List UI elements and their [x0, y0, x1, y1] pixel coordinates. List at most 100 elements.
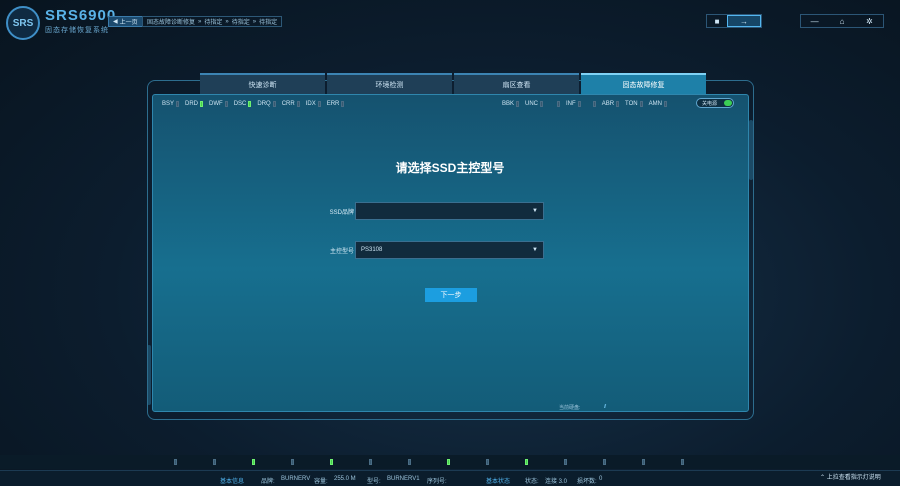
breadcrumb-item[interactable]: 待指定: [204, 17, 222, 26]
status-led: [663, 101, 667, 107]
capacity-value: 255.0 M: [334, 476, 356, 482]
status-label: CRR: [281, 101, 295, 107]
led-indicator: [408, 459, 411, 465]
app-header: SRS SRS6900 固态存储恢复系统 ◀ 上一页 固态故障诊断修复 » 待指…: [0, 0, 900, 42]
led-strip: [0, 455, 900, 469]
toggle-knob: [724, 100, 732, 106]
controller-select[interactable]: PS3108 ▼: [355, 241, 544, 259]
controller-row: 主控型号 PS3108 ▼: [318, 241, 544, 259]
status-led: [224, 101, 228, 107]
status-led: [516, 101, 520, 107]
led-indicator: [174, 459, 177, 465]
status-dsc: DSC: [234, 101, 252, 107]
led-indicator: [642, 459, 645, 465]
home-icon: ⌂: [839, 16, 845, 26]
status-led: [248, 101, 252, 107]
status-label: BBK: [502, 101, 515, 107]
controller-label: 主控型号: [329, 248, 354, 255]
status-label: DWF: [209, 101, 223, 107]
status-idx: IDX: [306, 101, 321, 107]
app-subtitle: 固态存储恢复系统: [45, 27, 109, 34]
app-logo: SRS: [6, 6, 40, 40]
led-indicator: [330, 459, 333, 465]
status-label: BSY: [162, 101, 175, 107]
briefcase-button[interactable]: ■: [707, 15, 727, 27]
status-led: [557, 101, 561, 107]
status-label: INF: [566, 101, 576, 107]
back-arrow-icon: ◀: [113, 19, 118, 25]
back-button[interactable]: ◀ 上一页: [108, 16, 143, 27]
next-button[interactable]: 下一步: [425, 288, 477, 302]
tab-quick-diagnosis[interactable]: 快速诊断: [200, 73, 325, 94]
status-crr: CRR: [282, 101, 300, 107]
status-led-blank: [557, 101, 561, 107]
status-led: [639, 101, 643, 107]
status-bsy: BSY: [162, 101, 180, 107]
breadcrumb-item[interactable]: 待指定: [232, 17, 250, 26]
led-indicator: [213, 459, 216, 465]
status-led-blank: [592, 101, 596, 107]
brand: SRS6900 固态存储恢复系统: [45, 7, 116, 35]
breadcrumb-item[interactable]: 固态故障诊断修复: [147, 17, 195, 26]
controller-select-value: PS3108: [361, 247, 383, 253]
led-indicator: [447, 459, 450, 465]
window-controls: — ⌂ ✲: [800, 14, 884, 28]
status-amn: AMN: [649, 101, 667, 107]
brand-select[interactable]: ▼: [355, 202, 544, 220]
tab-environment-check[interactable]: 环境检测: [327, 73, 452, 94]
tab-ssd-repair[interactable]: 固态故障修复: [581, 73, 706, 94]
status-indicators-right: BBK UNC INF ABR TON AMN: [502, 99, 667, 109]
settings-button[interactable]: ✲: [859, 15, 879, 27]
indicator-help-link[interactable]: ⌃ 上拉查看指示灯说明: [820, 472, 881, 481]
capacity-text: 容量:: [314, 479, 328, 485]
status-inf: INF: [566, 101, 581, 107]
breadcrumb-separator-icon: »: [198, 18, 202, 25]
status-label: AMN: [648, 101, 662, 107]
chevron-up-icon: ⌃: [820, 475, 826, 481]
back-label: 上一页: [119, 20, 138, 26]
briefcase-icon: ■: [714, 16, 720, 26]
form-title: 请选择SSD主控型号: [395, 161, 505, 175]
brand-row: SSD品牌 ▼: [318, 202, 544, 220]
breadcrumb-item[interactable]: 待指定: [259, 17, 277, 26]
status-label: TON: [625, 101, 638, 107]
led-indicator: [564, 459, 567, 465]
brand-value: BURNERV: [281, 476, 311, 482]
led-indicator: [525, 459, 528, 465]
home-button[interactable]: ⌂: [832, 15, 852, 27]
app-title: SRS6900: [45, 7, 117, 24]
status-label: DSC: [233, 101, 247, 107]
led-indicator: [486, 459, 489, 465]
status-led: [317, 101, 321, 107]
chevron-down-icon: ▼: [532, 247, 538, 253]
breadcrumb: 固态故障诊断修复 » 待指定 » 待指定 » 待指定: [142, 16, 283, 27]
minimize-icon: —: [810, 16, 819, 26]
basic-status-label: 基本状态: [486, 479, 511, 485]
status-label: DRD: [185, 101, 199, 107]
status-label: UNC: [525, 101, 539, 107]
status-led: [540, 101, 544, 107]
brand-label: SSD品牌: [329, 209, 354, 216]
status-ton: TON: [625, 101, 643, 107]
status-bbk: BBK: [502, 101, 520, 107]
status-led: [176, 101, 180, 107]
stripe-icon: ///: [604, 404, 606, 410]
status-led: [296, 101, 300, 107]
export-button[interactable]: →: [727, 15, 761, 27]
led-indicator: [291, 459, 294, 465]
power-toggle[interactable]: 关电源: [696, 98, 734, 108]
breadcrumb-separator-icon: »: [252, 18, 257, 25]
tab-sector-view[interactable]: 扇区查看: [454, 73, 579, 94]
status-drd: DRD: [185, 101, 204, 107]
status-label: ERR: [326, 101, 340, 107]
power-toggle-label: 关电源: [702, 100, 718, 107]
status-led: [341, 101, 345, 107]
chevron-down-icon: ▼: [532, 208, 538, 214]
arrow-right-icon: →: [740, 16, 748, 26]
led-indicator: [252, 459, 255, 465]
minimize-button[interactable]: —: [805, 15, 825, 27]
bad-value: 0: [599, 476, 603, 482]
state-value: 连接 3.0: [545, 479, 568, 485]
status-label: ABR: [601, 101, 615, 107]
led-indicator: [603, 459, 606, 465]
